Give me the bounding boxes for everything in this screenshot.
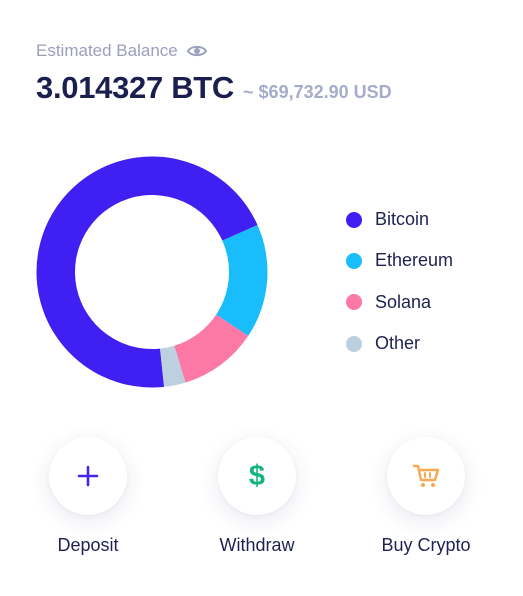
legend-dot-solana [346,294,362,311]
buy-crypto-action[interactable]: Buy Crypto [356,437,496,556]
legend-item-other: Other [346,323,453,364]
deposit-button[interactable] [49,437,127,515]
legend-label-bitcoin: Bitcoin [375,209,430,230]
cart-icon [412,464,440,487]
legend-item-bitcoin: Bitcoin [346,199,453,240]
withdraw-action[interactable]: $ Withdraw [187,437,327,556]
legend-label-ethereum: Ethereum [375,250,454,271]
portfolio-donut-chart [36,156,268,388]
withdraw-label: Withdraw [219,535,295,555]
eye-icon[interactable] [186,44,207,58]
balance-row: 3.014327 BTC ~ $69,732.90 USD [36,70,392,106]
deposit-action[interactable]: Deposit [18,437,158,556]
buy-crypto-button[interactable] [387,437,465,515]
balance-label: Estimated Balance [36,41,178,60]
chart-legend: Bitcoin Ethereum Solana Other [346,199,453,364]
donut-segment-ethereum [216,225,268,336]
withdraw-button[interactable]: $ [218,437,296,515]
balance-header: Estimated Balance [36,41,207,61]
plus-icon [77,465,99,487]
legend-dot-other [346,335,362,352]
legend-label-solana: Solana [375,291,432,312]
legend-item-ethereum: Ethereum [346,240,453,281]
legend-dot-ethereum [346,252,362,269]
buy-crypto-label: Buy Crypto [381,535,471,555]
legend-dot-bitcoin [346,211,362,228]
deposit-label: Deposit [57,535,119,555]
balance-amount: 3.014327 BTC [36,70,235,105]
legend-item-solana: Solana [346,282,453,323]
legend-label-other: Other [375,333,421,354]
dollar-icon: $ [248,459,266,492]
balance-fiat-value: ~ $69,732.90 USD [243,82,392,102]
